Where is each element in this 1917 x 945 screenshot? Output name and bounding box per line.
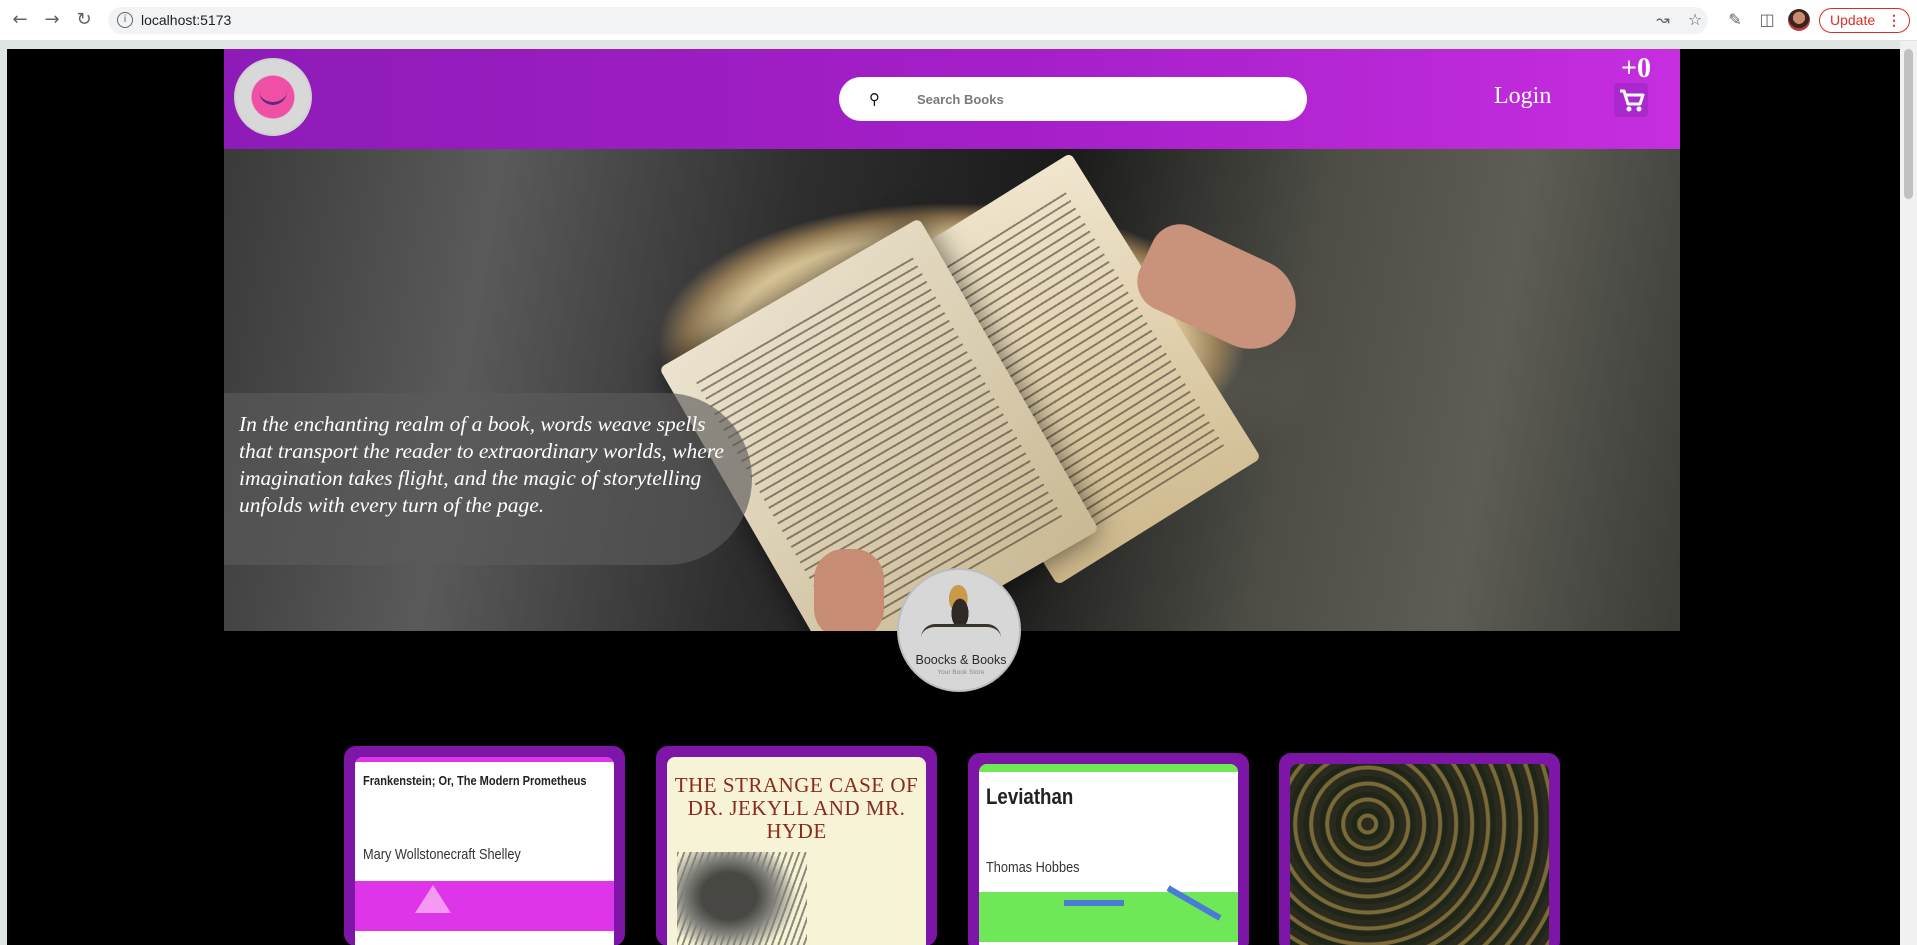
site-header: ⚲ Login +0 <box>224 49 1680 149</box>
side-panel-icon[interactable]: ◫ <box>1757 10 1777 30</box>
url-text: localhost:5173 <box>141 12 232 28</box>
back-icon[interactable]: ← <box>9 9 31 31</box>
book-author: Thomas Hobbes <box>986 859 1080 876</box>
book-author: Mary Wollstonecraft Shelley <box>363 846 521 863</box>
cover-illustration <box>677 852 807 945</box>
update-button[interactable]: Update ⋮ <box>1819 8 1910 33</box>
book-title: Leviathan <box>986 784 1074 809</box>
book-card[interactable]: Frankenstein; Or, The Modern Prometheus … <box>344 746 625 945</box>
share-icon[interactable]: ↝ <box>1653 10 1673 30</box>
address-bar[interactable]: i localhost:5173 <box>108 7 1708 34</box>
hero-banner: In the enchanting realm of a book, words… <box>224 149 1680 631</box>
book-card[interactable] <box>1279 753 1560 945</box>
book-cover[interactable]: Leviathan Thomas Hobbes <box>979 764 1238 945</box>
extensions-icon[interactable]: ✎ <box>1725 10 1745 30</box>
browser-toolbar: ← → ↻ i localhost:5173 ↝ ☆ ✎ ◫ Update ⋮ <box>0 0 1917 41</box>
hero-quote-box: In the enchanting realm of a book, words… <box>224 393 752 565</box>
cart-count-badge: +0 <box>1621 53 1651 84</box>
login-link[interactable]: Login <box>1494 83 1551 110</box>
profile-avatar[interactable] <box>1788 9 1810 31</box>
book-title: THE STRANGE CASE OF DR. JEKYLL AND MR. H… <box>674 773 919 843</box>
book-title: Frankenstein; Or, The Modern Prometheus <box>363 773 587 788</box>
book-card[interactable]: THE STRANGE CASE OF DR. JEKYLL AND MR. H… <box>656 746 937 945</box>
book-card[interactable]: Leviathan Thomas Hobbes <box>968 753 1249 945</box>
site-logo[interactable] <box>234 58 312 136</box>
more-menu-icon: ⋮ <box>1887 12 1901 28</box>
hero-hand-lower <box>814 549 884 631</box>
search-bar: ⚲ <box>839 77 1307 121</box>
brand-tagline: Your Book Store <box>937 669 985 676</box>
brand-badge: Boocks & Books Your Book Store <box>897 568 1021 692</box>
site-info-icon[interactable]: i <box>117 12 133 28</box>
hero-quote: In the enchanting realm of a book, words… <box>239 412 724 517</box>
cart-icon[interactable] <box>1614 83 1648 117</box>
bookmark-star-icon[interactable]: ☆ <box>1685 10 1705 30</box>
forward-icon[interactable]: → <box>41 9 63 31</box>
brand-name: Boocks & Books <box>915 653 1007 667</box>
brand-quill-icon <box>943 584 977 626</box>
update-label: Update <box>1830 12 1876 28</box>
brand-open-book-icon <box>921 624 1001 638</box>
search-icon[interactable]: ⚲ <box>869 89 889 109</box>
book-cover[interactable]: Frankenstein; Or, The Modern Prometheus … <box>355 757 614 945</box>
book-cover[interactable] <box>1290 764 1549 945</box>
reload-icon[interactable]: ↻ <box>73 9 95 31</box>
scrollbar-thumb[interactable] <box>1904 49 1913 199</box>
book-cover[interactable]: THE STRANGE CASE OF DR. JEKYLL AND MR. H… <box>667 757 926 945</box>
page-scrollbar[interactable] <box>1900 41 1917 945</box>
page-viewport: ⚲ Login +0 In the enchanting realm of a … <box>7 49 1900 945</box>
search-input[interactable] <box>917 88 1277 110</box>
